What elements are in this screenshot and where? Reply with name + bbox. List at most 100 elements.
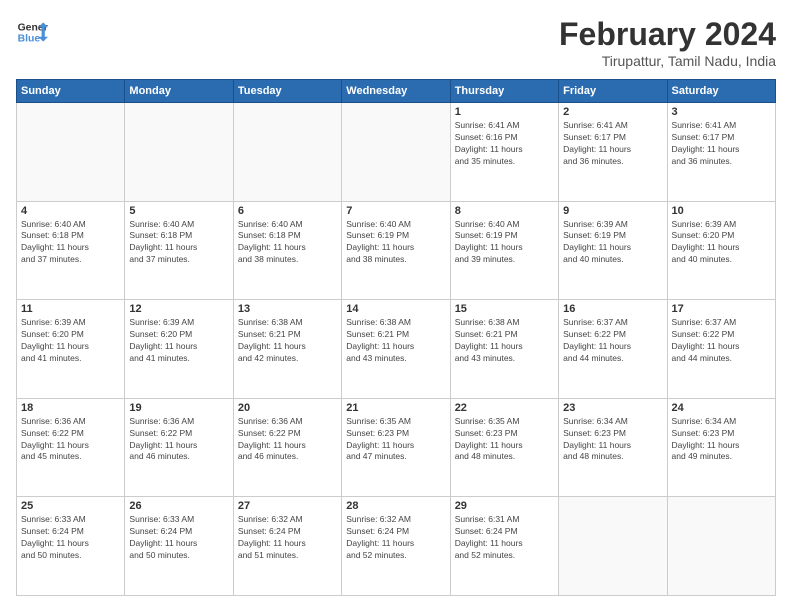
- col-saturday: Saturday: [667, 80, 775, 103]
- table-row: 11 Sunrise: 6:39 AMSunset: 6:20 PMDayligh…: [17, 300, 125, 399]
- table-row: 14 Sunrise: 6:38 AMSunset: 6:21 PMDayligh…: [342, 300, 450, 399]
- table-row: [125, 103, 233, 202]
- table-row: 15 Sunrise: 6:38 AMSunset: 6:21 PMDayligh…: [450, 300, 558, 399]
- day-info: Sunrise: 6:34 AMSunset: 6:23 PMDaylight:…: [672, 416, 771, 464]
- col-tuesday: Tuesday: [233, 80, 341, 103]
- day-number: 7: [346, 205, 445, 217]
- day-info: Sunrise: 6:37 AMSunset: 6:22 PMDaylight:…: [563, 317, 662, 365]
- table-row: 26 Sunrise: 6:33 AMSunset: 6:24 PMDayligh…: [125, 497, 233, 596]
- day-number: 26: [129, 500, 228, 512]
- day-info: Sunrise: 6:35 AMSunset: 6:23 PMDaylight:…: [346, 416, 445, 464]
- day-info: Sunrise: 6:39 AMSunset: 6:20 PMDaylight:…: [21, 317, 120, 365]
- calendar-header-row: Sunday Monday Tuesday Wednesday Thursday…: [17, 80, 776, 103]
- day-number: 4: [21, 205, 120, 217]
- table-row: 16 Sunrise: 6:37 AMSunset: 6:22 PMDayligh…: [559, 300, 667, 399]
- day-number: 11: [21, 303, 120, 315]
- table-row: [233, 103, 341, 202]
- location: Tirupattur, Tamil Nadu, India: [559, 53, 776, 69]
- table-row: 27 Sunrise: 6:32 AMSunset: 6:24 PMDayligh…: [233, 497, 341, 596]
- day-info: Sunrise: 6:36 AMSunset: 6:22 PMDaylight:…: [129, 416, 228, 464]
- day-info: Sunrise: 6:38 AMSunset: 6:21 PMDaylight:…: [238, 317, 337, 365]
- day-info: Sunrise: 6:41 AMSunset: 6:16 PMDaylight:…: [455, 120, 554, 168]
- logo: General Blue: [16, 16, 48, 48]
- day-number: 21: [346, 402, 445, 414]
- table-row: 5 Sunrise: 6:40 AMSunset: 6:18 PMDaylight…: [125, 201, 233, 300]
- day-number: 20: [238, 402, 337, 414]
- day-number: 12: [129, 303, 228, 315]
- table-row: 17Sunrise: 6:37 AMSunset: 6:22 PMDayligh…: [667, 300, 775, 399]
- table-row: 6 Sunrise: 6:40 AMSunset: 6:18 PMDaylight…: [233, 201, 341, 300]
- table-row: [559, 497, 667, 596]
- table-row: 21 Sunrise: 6:35 AMSunset: 6:23 PMDayligh…: [342, 398, 450, 497]
- day-info: Sunrise: 6:34 AMSunset: 6:23 PMDaylight:…: [563, 416, 662, 464]
- day-info: Sunrise: 6:33 AMSunset: 6:24 PMDaylight:…: [21, 514, 120, 562]
- day-info: Sunrise: 6:33 AMSunset: 6:24 PMDaylight:…: [129, 514, 228, 562]
- day-number: 5: [129, 205, 228, 217]
- day-number: 22: [455, 402, 554, 414]
- day-number: 16: [563, 303, 662, 315]
- table-row: 29Sunrise: 6:31 AMSunset: 6:24 PMDayligh…: [450, 497, 558, 596]
- table-row: 22 Sunrise: 6:35 AMSunset: 6:23 PMDayligh…: [450, 398, 558, 497]
- day-number: 2: [563, 106, 662, 118]
- table-row: 25 Sunrise: 6:33 AMSunset: 6:24 PMDayligh…: [17, 497, 125, 596]
- day-info: Sunrise: 6:32 AMSunset: 6:24 PMDaylight:…: [346, 514, 445, 562]
- table-row: 20 Sunrise: 6:36 AMSunset: 6:22 PMDayligh…: [233, 398, 341, 497]
- day-number: 24: [672, 402, 771, 414]
- day-number: 9: [563, 205, 662, 217]
- title-block: February 2024 Tirupattur, Tamil Nadu, In…: [559, 16, 776, 69]
- day-number: 18: [21, 402, 120, 414]
- table-row: 13 Sunrise: 6:38 AMSunset: 6:21 PMDayligh…: [233, 300, 341, 399]
- table-row: 24 Sunrise: 6:34 AMSunset: 6:23 PMDayligh…: [667, 398, 775, 497]
- table-row: 12 Sunrise: 6:39 AMSunset: 6:20 PMDayligh…: [125, 300, 233, 399]
- day-number: 28: [346, 500, 445, 512]
- day-info: Sunrise: 6:38 AMSunset: 6:21 PMDaylight:…: [455, 317, 554, 365]
- table-row: 1 Sunrise: 6:41 AMSunset: 6:16 PMDaylight…: [450, 103, 558, 202]
- day-info: Sunrise: 6:32 AMSunset: 6:24 PMDaylight:…: [238, 514, 337, 562]
- col-thursday: Thursday: [450, 80, 558, 103]
- day-number: 14: [346, 303, 445, 315]
- day-info: Sunrise: 6:40 AMSunset: 6:18 PMDaylight:…: [238, 219, 337, 267]
- table-row: 19Sunrise: 6:36 AMSunset: 6:22 PMDayligh…: [125, 398, 233, 497]
- day-number: 8: [455, 205, 554, 217]
- table-row: 2 Sunrise: 6:41 AMSunset: 6:17 PMDaylight…: [559, 103, 667, 202]
- col-wednesday: Wednesday: [342, 80, 450, 103]
- header: General Blue February 2024 Tirupattur, T…: [16, 16, 776, 69]
- day-info: Sunrise: 6:39 AMSunset: 6:20 PMDaylight:…: [129, 317, 228, 365]
- table-row: [667, 497, 775, 596]
- day-info: Sunrise: 6:40 AMSunset: 6:19 PMDaylight:…: [346, 219, 445, 267]
- day-info: Sunrise: 6:41 AMSunset: 6:17 PMDaylight:…: [563, 120, 662, 168]
- col-monday: Monday: [125, 80, 233, 103]
- table-row: 10 Sunrise: 6:39 AMSunset: 6:20 PMDayligh…: [667, 201, 775, 300]
- table-row: 23Sunrise: 6:34 AMSunset: 6:23 PMDayligh…: [559, 398, 667, 497]
- day-info: Sunrise: 6:41 AMSunset: 6:17 PMDaylight:…: [672, 120, 771, 168]
- day-number: 6: [238, 205, 337, 217]
- day-info: Sunrise: 6:39 AMSunset: 6:20 PMDaylight:…: [672, 219, 771, 267]
- month-year: February 2024: [559, 16, 776, 53]
- table-row: [17, 103, 125, 202]
- day-number: 27: [238, 500, 337, 512]
- day-info: Sunrise: 6:31 AMSunset: 6:24 PMDaylight:…: [455, 514, 554, 562]
- day-info: Sunrise: 6:35 AMSunset: 6:23 PMDaylight:…: [455, 416, 554, 464]
- day-info: Sunrise: 6:38 AMSunset: 6:21 PMDaylight:…: [346, 317, 445, 365]
- day-number: 13: [238, 303, 337, 315]
- col-friday: Friday: [559, 80, 667, 103]
- table-row: 9 Sunrise: 6:39 AMSunset: 6:19 PMDaylight…: [559, 201, 667, 300]
- calendar-table: Sunday Monday Tuesday Wednesday Thursday…: [16, 79, 776, 596]
- day-number: 15: [455, 303, 554, 315]
- day-number: 1: [455, 106, 554, 118]
- svg-text:Blue: Blue: [18, 34, 41, 45]
- day-info: Sunrise: 6:36 AMSunset: 6:22 PMDaylight:…: [21, 416, 120, 464]
- table-row: [342, 103, 450, 202]
- table-row: 18 Sunrise: 6:36 AMSunset: 6:22 PMDayligh…: [17, 398, 125, 497]
- table-row: 7 Sunrise: 6:40 AMSunset: 6:19 PMDaylight…: [342, 201, 450, 300]
- table-row: 8Sunrise: 6:40 AMSunset: 6:19 PMDaylight…: [450, 201, 558, 300]
- day-number: 17: [672, 303, 771, 315]
- day-number: 10: [672, 205, 771, 217]
- logo-icon: General Blue: [16, 16, 48, 48]
- day-number: 25: [21, 500, 120, 512]
- table-row: 28 Sunrise: 6:32 AMSunset: 6:24 PMDayligh…: [342, 497, 450, 596]
- day-info: Sunrise: 6:36 AMSunset: 6:22 PMDaylight:…: [238, 416, 337, 464]
- day-info: Sunrise: 6:40 AMSunset: 6:18 PMDaylight:…: [129, 219, 228, 267]
- day-number: 3: [672, 106, 771, 118]
- day-info: Sunrise: 6:39 AMSunset: 6:19 PMDaylight:…: [563, 219, 662, 267]
